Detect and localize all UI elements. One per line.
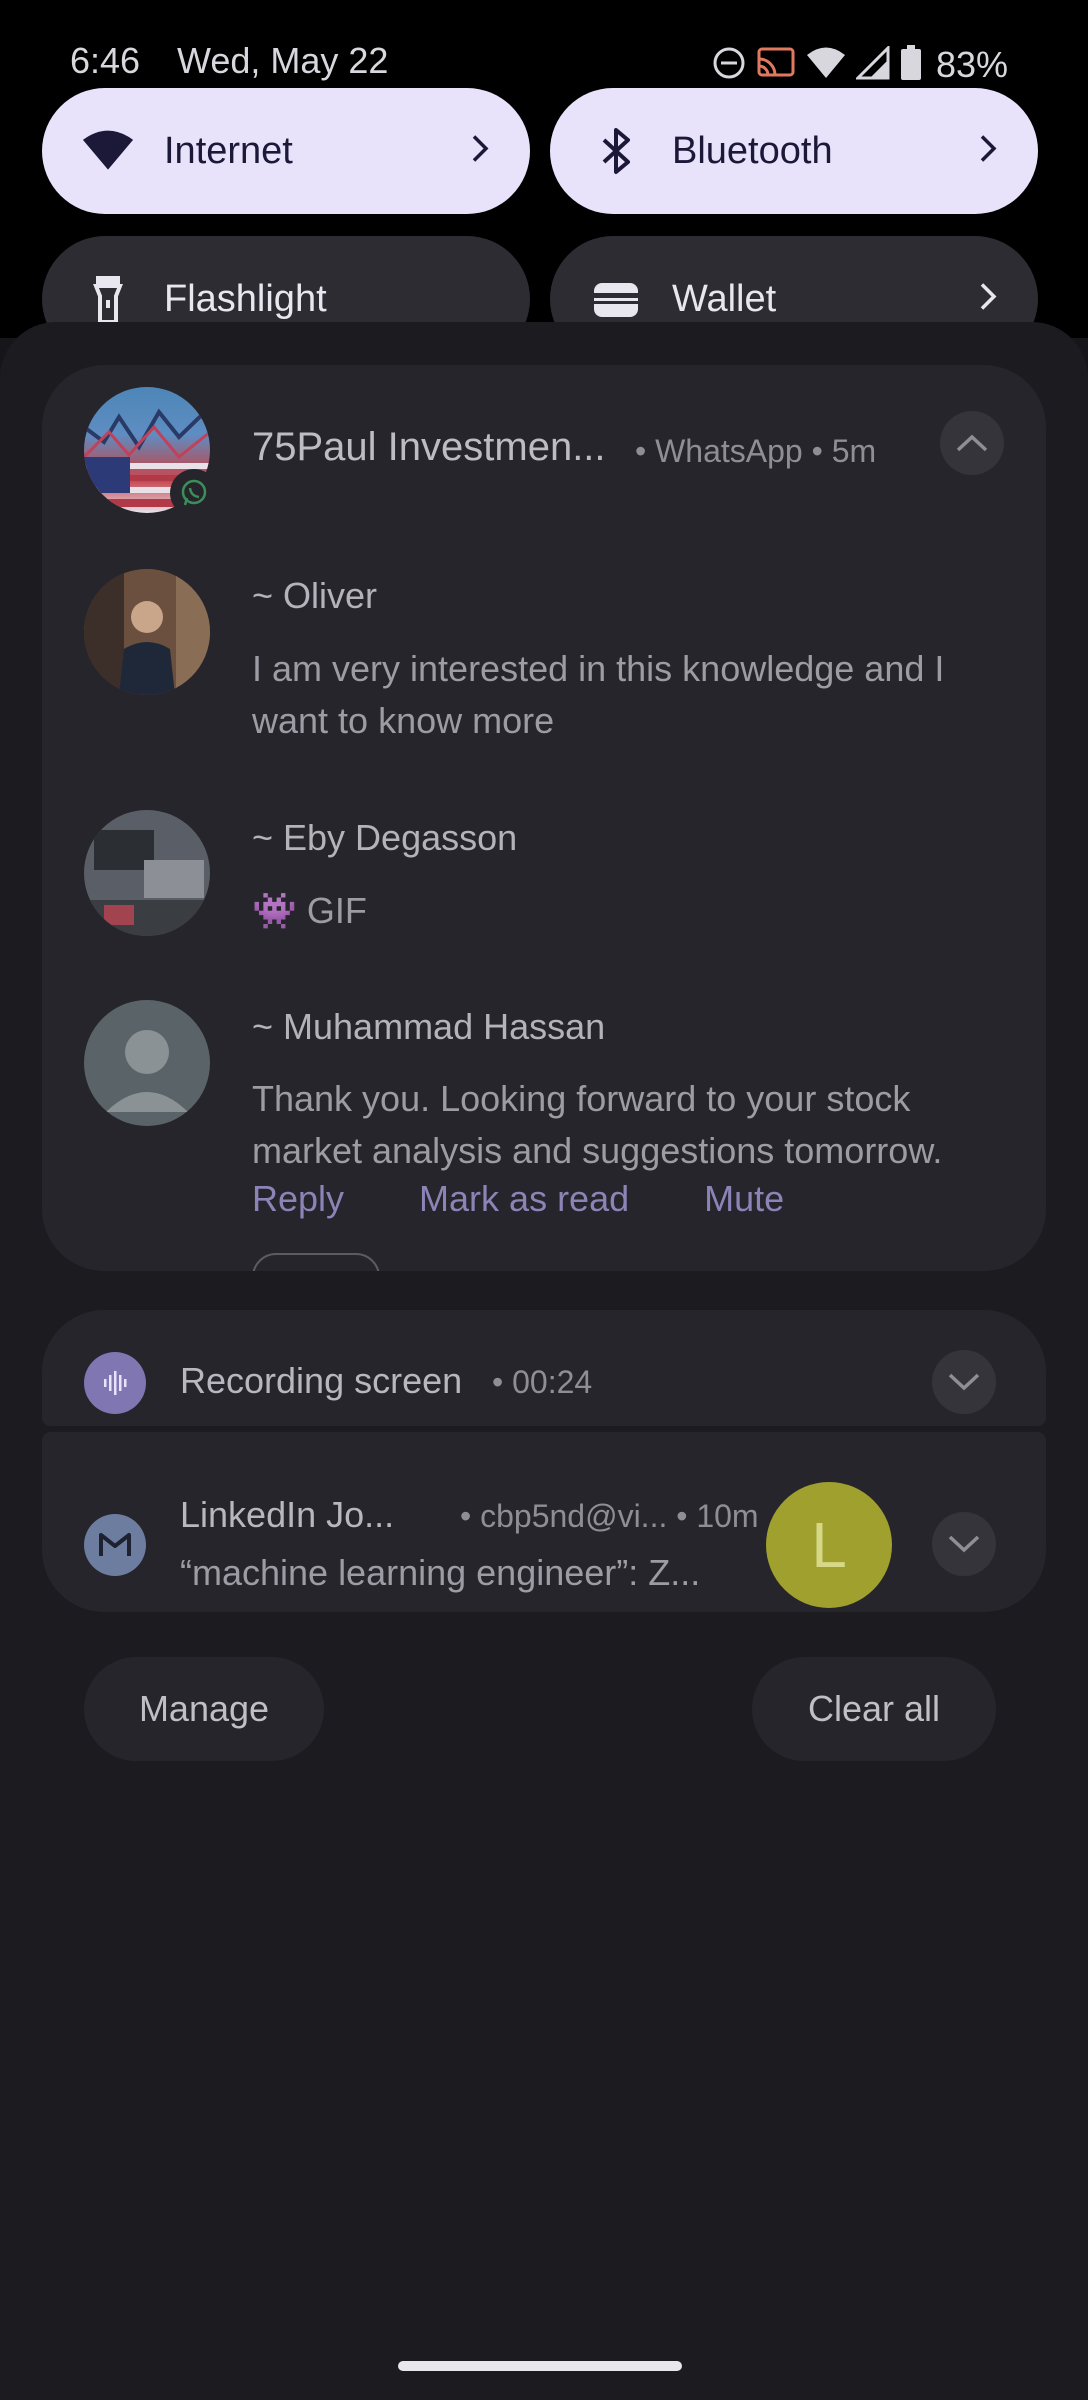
mark-as-read-button[interactable]: Mark as read <box>419 1178 629 1220</box>
battery-icon <box>900 44 922 86</box>
flashlight-icon <box>82 273 134 325</box>
sender-avatar: L <box>766 1482 892 1608</box>
bluetooth-icon <box>590 125 642 177</box>
home-gesture-bar[interactable] <box>398 2361 682 2371</box>
wallet-icon <box>590 273 642 325</box>
tile-wallet-label: Wallet <box>672 277 777 320</box>
whatsapp-badge-icon <box>170 469 218 517</box>
manage-button[interactable]: Manage <box>84 1657 324 1761</box>
notification-meta: • WhatsApp • 5m <box>635 433 877 469</box>
expand-button[interactable] <box>932 1512 996 1576</box>
chevron-right-icon <box>978 134 998 169</box>
message-sender: ~ Muhammad Hassan <box>252 1006 606 1047</box>
notification-meta: • cbp5nd@vi... • 10m <box>460 1498 759 1534</box>
tile-bluetooth[interactable]: Bluetooth <box>550 88 1038 214</box>
status-icons: 83% <box>712 43 1008 86</box>
smart-reply-chip[interactable] <box>252 1253 380 1271</box>
whatsapp-notification[interactable]: 75Paul Investmen... • WhatsApp • 5m ~ Ol… <box>42 365 1046 1271</box>
message-text: 👾 GIF <box>252 890 367 931</box>
reply-button[interactable]: Reply <box>252 1178 344 1220</box>
gmail-icon <box>84 1514 146 1576</box>
cellular-signal-icon <box>854 43 890 85</box>
do-not-disturb-icon <box>712 46 746 85</box>
gmail-notification[interactable]: LinkedIn Jo... • cbp5nd@vi... • 10m “mac… <box>42 1432 1046 1612</box>
recording-time: • 00:24 <box>492 1364 593 1400</box>
wifi-icon <box>806 46 846 85</box>
status-bar: 6:46 Wed, May 22 83% <box>0 0 1088 88</box>
sender-avatar <box>84 810 210 936</box>
message-text: Thank you. Looking forward to your stock… <box>252 1078 943 1171</box>
message-sender: ~ Oliver <box>252 575 378 616</box>
expand-button[interactable] <box>932 1350 996 1414</box>
mute-button[interactable]: Mute <box>704 1178 784 1220</box>
notification-actions: Reply Mark as read Mute <box>252 1178 784 1220</box>
chevron-right-icon <box>978 282 998 317</box>
tile-internet-label: Internet <box>164 129 293 172</box>
cast-icon <box>756 46 796 85</box>
status-time: 6:46 <box>70 40 141 81</box>
clear-all-button[interactable]: Clear all <box>752 1657 996 1761</box>
group-name: 75Paul Investmen... <box>252 425 606 469</box>
chevron-right-icon <box>470 134 490 169</box>
wifi-icon <box>82 125 134 177</box>
status-date: Wed, May 22 <box>177 40 389 81</box>
message-sender: ~ Eby Degasson <box>252 817 518 858</box>
notification-text: “machine learning engineer”: Z... <box>180 1552 701 1593</box>
tile-flashlight-label: Flashlight <box>164 277 327 320</box>
sender-avatar <box>84 569 210 695</box>
tile-bluetooth-label: Bluetooth <box>672 129 833 172</box>
collapse-button[interactable] <box>940 411 1004 475</box>
tile-internet[interactable]: Internet <box>42 88 530 214</box>
battery-percent: 83% <box>935 44 1008 85</box>
recording-title: Recording screen <box>180 1360 463 1401</box>
notification-title: LinkedIn Jo... <box>180 1494 395 1535</box>
default-avatar <box>84 1000 210 1126</box>
message-text: I am very interested in this knowledge a… <box>252 648 945 741</box>
recording-notification[interactable]: Recording screen • 00:24 <box>42 1310 1046 1426</box>
sound-wave-icon <box>84 1352 146 1414</box>
